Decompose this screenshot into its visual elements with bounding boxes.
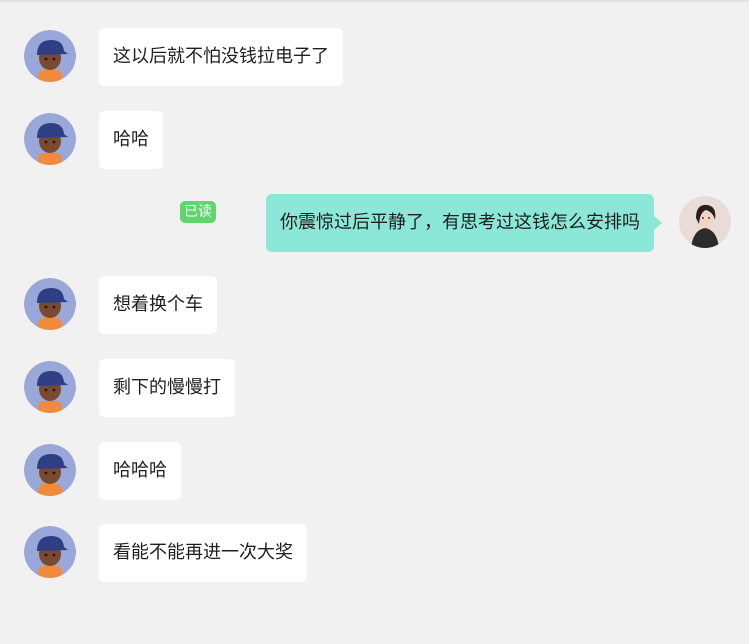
message-bubble[interactable]: 剩下的慢慢打 — [99, 359, 235, 417]
message-bubble[interactable]: 你震惊过后平静了，有思考过这钱怎么安排吗 — [266, 194, 654, 252]
contact-avatar[interactable] — [24, 113, 76, 165]
message-row: 这以后就不怕没钱拉电子了 — [0, 27, 749, 87]
chat-window: 这以后就不怕没钱拉电子了 哈哈 已读 你震惊过后平静了，有思考过这钱怎么安排吗 — [0, 0, 749, 644]
cartoon-boy-cap-icon — [24, 278, 76, 330]
message-bubble[interactable]: 想着换个车 — [99, 276, 217, 334]
woman-portrait-icon — [679, 196, 731, 248]
message-row: 哈哈 — [0, 110, 749, 170]
cartoon-boy-cap-icon — [24, 526, 76, 578]
message-bubble[interactable]: 哈哈哈 — [99, 442, 181, 500]
message-row: 剩下的慢慢打 — [0, 358, 749, 418]
contact-avatar[interactable] — [24, 361, 76, 413]
message-bubble[interactable]: 看能不能再进一次大奖 — [99, 524, 307, 582]
read-status-badge: 已读 — [180, 201, 216, 223]
contact-avatar[interactable] — [24, 444, 76, 496]
bubble-tail — [654, 216, 662, 230]
message-bubble[interactable]: 哈哈 — [99, 111, 163, 169]
message-bubble[interactable]: 这以后就不怕没钱拉电子了 — [99, 28, 343, 86]
contact-avatar[interactable] — [24, 526, 76, 578]
cartoon-boy-cap-icon — [24, 361, 76, 413]
cartoon-boy-cap-icon — [24, 113, 76, 165]
message-row: 哈哈哈 — [0, 441, 749, 501]
user-avatar[interactable] — [679, 196, 731, 248]
cartoon-boy-cap-icon — [24, 444, 76, 496]
message-row: 看能不能再进一次大奖 — [0, 523, 749, 583]
contact-avatar[interactable] — [24, 30, 76, 82]
cartoon-boy-cap-icon — [24, 30, 76, 82]
message-row: 已读 你震惊过后平静了，有思考过这钱怎么安排吗 — [0, 193, 749, 255]
message-row: 想着换个车 — [0, 275, 749, 335]
contact-avatar[interactable] — [24, 278, 76, 330]
